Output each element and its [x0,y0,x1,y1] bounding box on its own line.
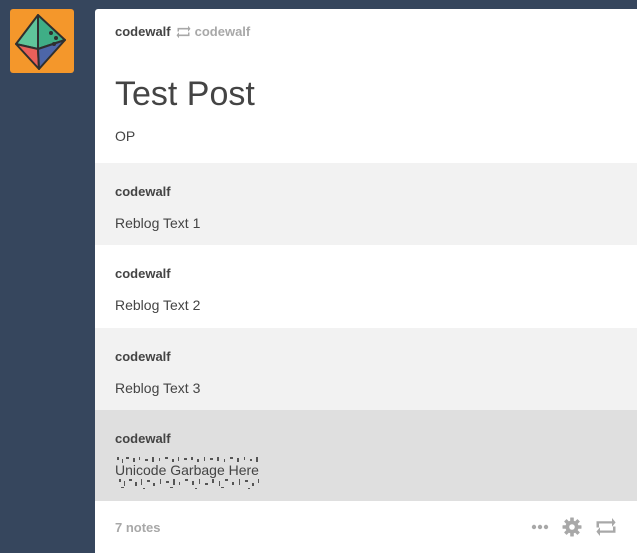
trail-text-wrapper: Unicode Garbage Here [115,446,617,489]
avatar[interactable] [10,9,74,73]
post-card: codewalf codewalf Test Post OP codewalf … [95,9,637,553]
trail-text: Reblog Text 2 [115,297,201,313]
trail-author-link[interactable]: codewalf [115,163,617,199]
post-footer: 7 notes [95,501,637,553]
octahedron-logo-icon [15,14,66,70]
more-icon[interactable] [531,524,549,530]
unicode-garbage-text: Unicode Garbage Here [115,457,259,489]
reblog-icon [176,25,191,38]
reblog-trail-item: codewalf Reblog Text 1 [95,163,637,245]
post-source-link[interactable]: codewalf [195,24,251,39]
trail-author-link[interactable]: codewalf [115,245,617,281]
reblog-trail-item-highlighted: codewalf Unicode Garbage Here [95,410,637,510]
reblog-trail-item: codewalf Reblog Text 3 [95,328,637,410]
trail-author-link[interactable]: codewalf [115,410,617,446]
reblog-trail-item: codewalf Reblog Text 2 [95,245,637,328]
trail-text: Unicode Garbage Here [115,462,259,478]
trail-text: Reblog Text 3 [115,380,201,396]
reblog-button-icon[interactable] [595,518,617,536]
post-title: Test Post [115,75,255,113]
trail-author-link[interactable]: codewalf [115,328,617,364]
post-author-link[interactable]: codewalf [115,24,171,39]
gear-icon[interactable] [562,517,582,537]
trail-text: Reblog Text 1 [115,215,201,231]
notes-count[interactable]: 7 notes [115,520,518,535]
post-header: codewalf codewalf [95,9,637,54]
post-body: OP [115,128,136,144]
